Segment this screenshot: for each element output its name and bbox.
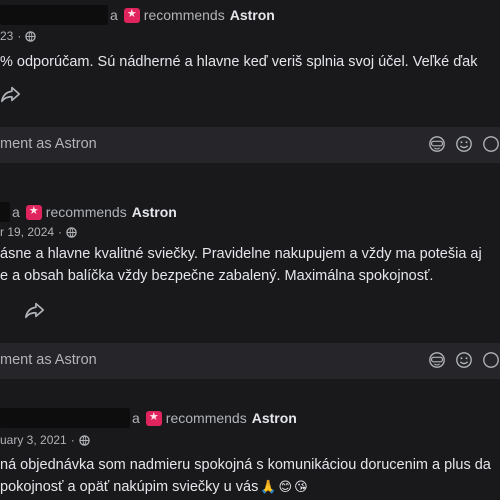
recommends-label: recommends bbox=[165, 410, 247, 426]
share-icon[interactable] bbox=[0, 83, 22, 105]
globe-icon bbox=[78, 434, 90, 446]
share-icon[interactable] bbox=[24, 299, 46, 321]
gif-icon[interactable] bbox=[428, 351, 446, 369]
review-author-line: a recommends Astron bbox=[0, 408, 297, 428]
smiling-face-emoji: 😊 bbox=[278, 479, 293, 494]
redacted-author-name bbox=[0, 408, 130, 428]
globe-icon bbox=[25, 30, 37, 42]
redacted-author-name bbox=[0, 5, 108, 25]
page-name-link[interactable]: Astron bbox=[132, 204, 177, 220]
review-date[interactable]: r 19, 2024 bbox=[0, 225, 54, 239]
recommend-badge-icon bbox=[123, 7, 140, 23]
comment-input-placeholder[interactable]: ment as Astron bbox=[0, 352, 97, 368]
review-author-line: a recommends Astron bbox=[0, 5, 275, 25]
recommend-badge-icon bbox=[145, 410, 162, 426]
review-date[interactable]: 23 bbox=[0, 29, 13, 43]
camera-icon[interactable] bbox=[482, 351, 500, 369]
review-meta: r 19, 2024 · bbox=[0, 225, 77, 239]
review-date[interactable]: uary 3, 2021 bbox=[0, 433, 67, 447]
author-name-tail[interactable]: a bbox=[132, 410, 140, 426]
page-name-link[interactable]: Astron bbox=[230, 7, 275, 23]
recommend-badge-icon bbox=[25, 204, 42, 220]
comment-bar[interactable]: ment as Astron bbox=[0, 343, 500, 379]
comment-bar[interactable]: ment as Astron bbox=[0, 127, 500, 163]
review-card: a recommends Astron r 19, 2024 · ásne a … bbox=[0, 190, 500, 380]
author-name-tail[interactable]: a bbox=[12, 204, 20, 220]
review-card: a recommends Astron 23 · % odporúčam. Sú… bbox=[0, 0, 500, 170]
recommends-label: recommends bbox=[45, 204, 127, 220]
camera-icon[interactable] bbox=[482, 135, 500, 153]
recommends-label: recommends bbox=[143, 7, 225, 23]
redacted-author-name bbox=[0, 202, 10, 222]
review-text: ásne a hlavne kvalitné sviečky. Pravidel… bbox=[0, 246, 482, 284]
face-blowing-kiss-emoji: 😘 bbox=[294, 479, 308, 494]
review-text: % odporúčam. Sú nádherné a hlavne keď ve… bbox=[0, 54, 478, 70]
folded-hands-emoji: 🙏 bbox=[260, 479, 277, 494]
gif-icon[interactable] bbox=[428, 135, 446, 153]
emoji-icon[interactable] bbox=[455, 135, 473, 153]
review-text: ná objednávka som nadmieru spokojná s ko… bbox=[0, 454, 491, 498]
emoji-icon[interactable] bbox=[455, 351, 473, 369]
review-meta: uary 3, 2021 · bbox=[0, 433, 90, 447]
review-meta: 23 · bbox=[0, 29, 37, 43]
author-name-tail[interactable]: a bbox=[110, 7, 118, 23]
reviews-feed: a recommends Astron 23 · % odporúčam. Sú… bbox=[0, 0, 500, 500]
page-name-link[interactable]: Astron bbox=[252, 410, 297, 426]
review-author-line: a recommends Astron bbox=[0, 202, 177, 222]
comment-input-placeholder[interactable]: ment as Astron bbox=[0, 136, 97, 152]
review-card: a recommends Astron uary 3, 2021 · ná ob… bbox=[0, 398, 500, 500]
globe-icon bbox=[66, 226, 77, 238]
